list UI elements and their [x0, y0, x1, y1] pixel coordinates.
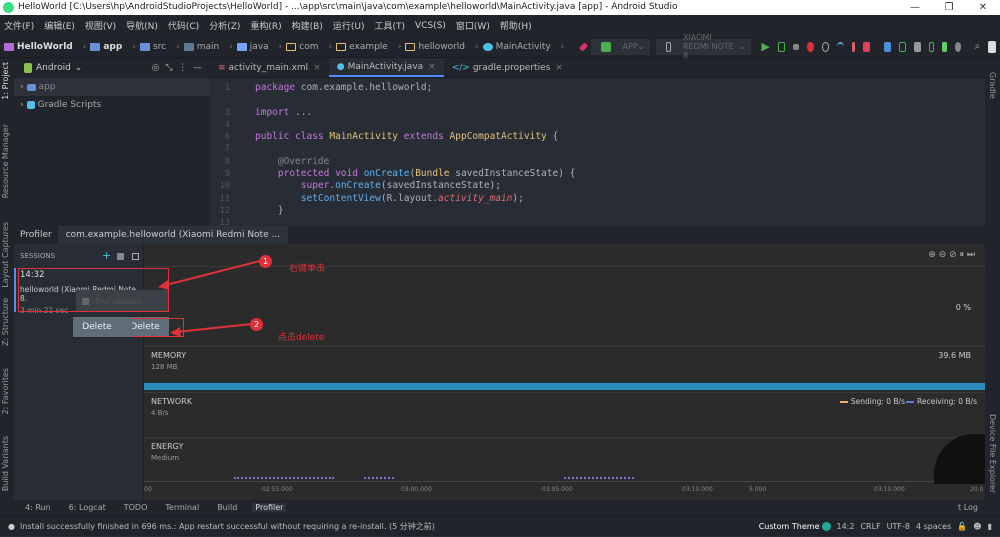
annotation-step2-text: 点击delete — [278, 333, 325, 343]
memory-indicator-icon[interactable]: ▮ — [988, 522, 992, 531]
indent-setting[interactable]: 4 spaces — [916, 522, 951, 531]
status-message[interactable]: Install successfully finished in 696 ms.… — [20, 521, 435, 532]
theme-indicator[interactable]: Custom Theme — [759, 522, 820, 531]
tool-tab-profiler[interactable]: Profiler — [252, 503, 287, 512]
annotation-step1: 1 — [259, 255, 272, 268]
line-separator[interactable]: CRLF — [860, 522, 880, 531]
tool-tab-build[interactable]: Build — [214, 503, 240, 512]
annotation-arrows — [158, 260, 261, 337]
file-encoding[interactable]: UTF-8 — [887, 522, 910, 531]
inspector-icon[interactable]: ☻ — [973, 522, 981, 531]
status-bar: ● Install successfully finished in 696 m… — [0, 515, 1000, 536]
tool-tab-terminal[interactable]: Terminal — [162, 503, 202, 512]
bottom-tool-tabs: 4: Run 6: Logcat TODO Terminal Build Pro… — [14, 500, 985, 515]
theme-dot-icon — [821, 522, 831, 531]
lock-icon[interactable]: 🔓 — [957, 522, 967, 531]
caret-position[interactable]: 14:2 — [837, 522, 855, 531]
tool-tab-run[interactable]: 4: Run — [22, 503, 54, 512]
notification-icon: ● — [8, 521, 15, 531]
tool-tab-event-log[interactable]: t Log — [955, 503, 981, 512]
tool-tab-logcat[interactable]: 6: Logcat — [66, 503, 109, 512]
tool-tab-todo[interactable]: TODO — [121, 503, 151, 512]
annotation-step2: 2 — [250, 318, 263, 331]
annotation-step1-text: 右键单击 — [289, 264, 326, 274]
